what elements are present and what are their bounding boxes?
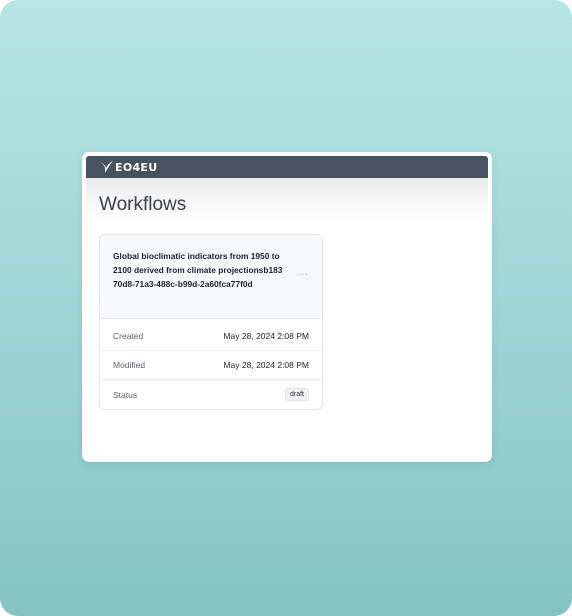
created-value: May 28, 2024 2:08 PM <box>223 331 309 341</box>
ellipsis-icon[interactable]: ··· <box>296 268 310 280</box>
app-window: EO4EU Workflows Global bioclimatic indic… <box>82 152 492 462</box>
created-row: Created May 28, 2024 2:08 PM <box>100 322 322 351</box>
status-badge: draft <box>284 388 309 401</box>
logo[interactable]: EO4EU <box>100 159 157 175</box>
backdrop: EO4EU Workflows Global bioclimatic indic… <box>0 0 572 616</box>
modified-label: Modified <box>113 360 146 370</box>
workflow-title[interactable]: Global bioclimatic indicators from 1950 … <box>113 249 285 291</box>
status-row: Status draft <box>100 380 322 409</box>
modified-value: May 28, 2024 2:08 PM <box>223 360 309 370</box>
page-title: Workflows <box>99 194 187 215</box>
status-label: Status <box>113 389 138 400</box>
eo4eu-swoosh-icon <box>101 161 113 173</box>
modified-row: Modified May 28, 2024 2:08 PM <box>100 351 322 380</box>
workflow-card-header: Global bioclimatic indicators from 1950 … <box>100 235 322 319</box>
workflow-card[interactable]: Global bioclimatic indicators from 1950 … <box>99 234 323 410</box>
top-bar: EO4EU <box>86 156 488 178</box>
logo-text: EO4EU <box>115 160 158 174</box>
created-label: Created <box>113 331 144 341</box>
